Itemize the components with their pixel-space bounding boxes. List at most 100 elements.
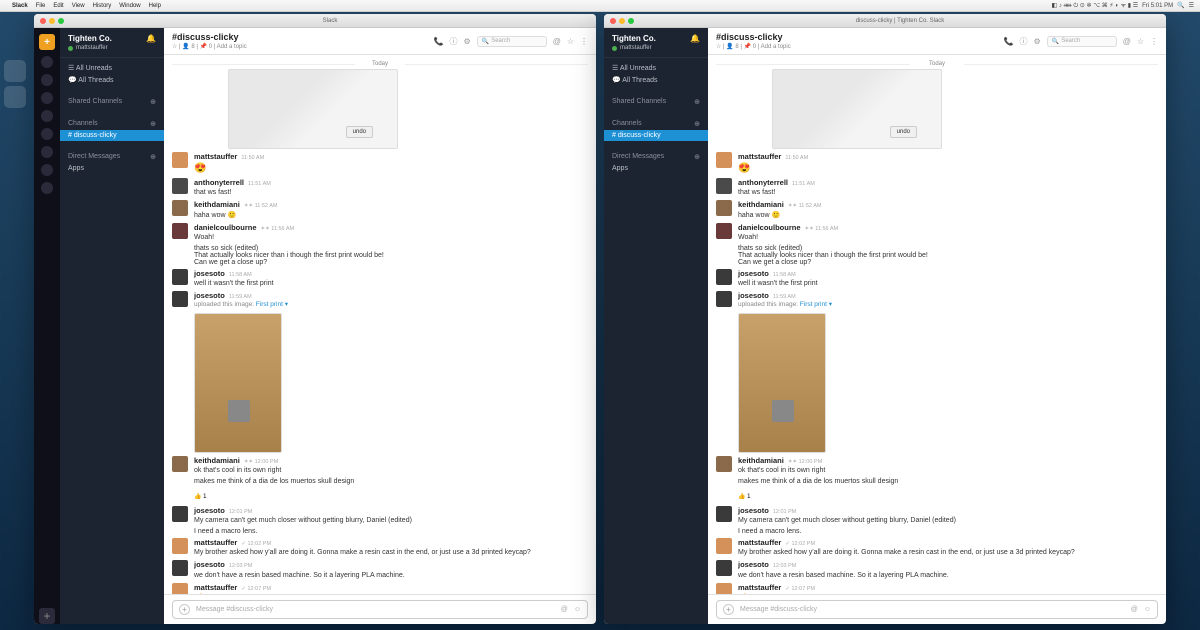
mentions-icon[interactable]: @ (1123, 37, 1131, 46)
avatar[interactable] (172, 538, 188, 554)
message[interactable]: josesoto12:01 PMMy camera can't get much… (172, 506, 588, 525)
more-icon[interactable]: ⋮ (580, 37, 588, 46)
menu-edit[interactable]: Edit (53, 3, 63, 9)
sidebar-all-threads[interactable]: 💬 All Threads (612, 74, 700, 86)
avatar[interactable] (716, 200, 732, 216)
add-workspace-button[interactable]: + (39, 608, 55, 624)
workspace-header[interactable]: Tighten Co.🔔 mattstauffer (60, 28, 164, 58)
message[interactable]: mattstauffer✓ 12:02 PMMy brother asked h… (172, 538, 588, 557)
avatar[interactable] (172, 178, 188, 194)
search-input[interactable]: 🔍Search (1047, 36, 1117, 47)
workspace-dot[interactable] (41, 182, 53, 194)
mention-icon[interactable]: @ (1131, 606, 1138, 613)
avatar[interactable] (716, 223, 732, 239)
message[interactable]: keithdamiani✶✶ 11:52 AMhaha wow 🙂 (716, 200, 1158, 219)
sidebar-apps[interactable]: Apps (612, 163, 700, 174)
menu-history[interactable]: History (93, 3, 112, 9)
message[interactable]: mattstauffer✓ 12:07 PM👍 (716, 583, 1158, 594)
avatar[interactable] (172, 506, 188, 522)
emoji-icon[interactable]: ☺ (574, 606, 581, 613)
sidebar-all-unreads[interactable]: ☰ All Unreads (68, 62, 156, 74)
message[interactable]: josesoto11:58 AMwell it wasn't the first… (172, 269, 588, 288)
workspace-dot[interactable] (41, 56, 53, 68)
bell-icon[interactable]: 🔔 (690, 34, 700, 43)
info-icon[interactable]: ⓘ (450, 36, 458, 47)
call-icon[interactable]: 📞 (1004, 37, 1014, 46)
notification-center-icon[interactable]: ☰ (1189, 2, 1194, 9)
attachment-title[interactable]: First print ▾ (800, 301, 832, 308)
message[interactable]: anthonyterrell11:51 AMthat ws fast! (172, 178, 588, 197)
message-list[interactable]: Today mattstauffer11:50 AM😍 anthonyterre… (164, 55, 596, 594)
attach-button[interactable]: + (179, 604, 190, 615)
dock-item[interactable] (4, 86, 26, 108)
message-list[interactable]: Today mattstauffer11:50 AM😍 anthonyterre… (708, 55, 1166, 594)
mention-icon[interactable]: @ (561, 606, 568, 613)
menu-window[interactable]: Window (119, 3, 140, 9)
avatar[interactable] (172, 291, 188, 307)
avatar[interactable] (716, 291, 732, 307)
workspace-dot[interactable] (41, 164, 53, 176)
message[interactable]: mattstauffer11:50 AM😍 (172, 152, 588, 175)
search-input[interactable]: 🔍Search (477, 36, 547, 47)
info-icon[interactable]: ⓘ (1020, 36, 1028, 47)
mentions-icon[interactable]: @ (553, 37, 561, 46)
avatar[interactable] (716, 506, 732, 522)
titlebar[interactable]: discuss-clicky | Tighten Co. Slack (604, 14, 1166, 28)
sidebar-apps[interactable]: Apps (68, 163, 156, 174)
avatar[interactable] (172, 583, 188, 594)
minimize-icon[interactable] (619, 18, 625, 24)
message[interactable]: josesoto12:03 PMwe don't have a resin ba… (172, 560, 588, 579)
message[interactable]: keithdamiani✶✶ 12:00 PMok that's cool in… (172, 456, 588, 475)
image-keyboard[interactable] (228, 69, 398, 149)
message-input[interactable]: + Message #discuss-clicky @ ☺ (716, 600, 1158, 619)
image-first-print[interactable] (194, 313, 282, 453)
avatar[interactable] (716, 583, 732, 594)
message[interactable]: josesoto12:03 PMwe don't have a resin ba… (716, 560, 1158, 579)
sidebar-dm-h[interactable]: Direct Messages⊕ (612, 153, 700, 161)
close-icon[interactable] (40, 18, 46, 24)
message[interactable]: mattstauffer✓ 12:07 PM👍 (172, 583, 588, 594)
avatar[interactable] (716, 538, 732, 554)
avatar[interactable] (716, 152, 732, 168)
avatar[interactable] (716, 456, 732, 472)
channel-title[interactable]: #discuss-clicky (172, 32, 247, 42)
workspace-dot[interactable] (41, 110, 53, 122)
image-first-print[interactable] (738, 313, 826, 453)
zoom-icon[interactable] (58, 18, 64, 24)
avatar[interactable] (172, 152, 188, 168)
minimize-icon[interactable] (49, 18, 55, 24)
sidebar-channel-discuss-clicky[interactable]: # discuss-clicky (60, 130, 164, 141)
attach-button[interactable]: + (723, 604, 734, 615)
message[interactable]: keithdamiani✶✶ 12:00 PMok that's cool in… (716, 456, 1158, 475)
star-icon[interactable]: ☆ (567, 37, 574, 46)
message[interactable]: josesoto11:58 AMwell it wasn't the first… (716, 269, 1158, 288)
menu-help[interactable]: Help (149, 3, 161, 9)
avatar[interactable] (172, 223, 188, 239)
titlebar[interactable]: Slack (34, 14, 596, 28)
sidebar-shared-h[interactable]: Shared Channels⊕ (612, 98, 700, 106)
sidebar-channel-discuss-clicky[interactable]: # discuss-clicky (604, 130, 708, 141)
menu-file[interactable]: File (36, 3, 46, 9)
workspace-dot[interactable] (41, 92, 53, 104)
sidebar-channels-h[interactable]: Channels⊕ (612, 120, 700, 128)
call-icon[interactable]: 📞 (434, 37, 444, 46)
channel-meta[interactable]: ☆ | 👤 8 | 📌 0 | Add a topic (716, 43, 791, 50)
reaction[interactable]: 👍 1 (738, 493, 750, 500)
settings-icon[interactable]: ⚙ (1034, 37, 1041, 46)
sidebar-all-threads[interactable]: 💬 All Threads (68, 74, 156, 86)
workspace-dot[interactable] (41, 128, 53, 140)
message[interactable]: mattstauffer11:50 AM😍 (716, 152, 1158, 175)
spotlight-icon[interactable]: 🔍 (1177, 2, 1184, 9)
avatar[interactable] (716, 269, 732, 285)
message[interactable]: anthonyterrell11:51 AMthat ws fast! (716, 178, 1158, 197)
menu-view[interactable]: View (72, 3, 85, 9)
more-icon[interactable]: ⋮ (1150, 37, 1158, 46)
sidebar-dm-h[interactable]: Direct Messages⊕ (68, 153, 156, 161)
close-icon[interactable] (610, 18, 616, 24)
dock-item[interactable] (4, 60, 26, 82)
reaction[interactable]: 👍 1 (194, 493, 206, 500)
star-icon[interactable]: ☆ (1137, 37, 1144, 46)
message[interactable]: josesoto12:01 PMMy camera can't get much… (716, 506, 1158, 525)
menubar-clock[interactable]: Fri 5:01 PM (1142, 3, 1173, 9)
avatar[interactable] (172, 456, 188, 472)
